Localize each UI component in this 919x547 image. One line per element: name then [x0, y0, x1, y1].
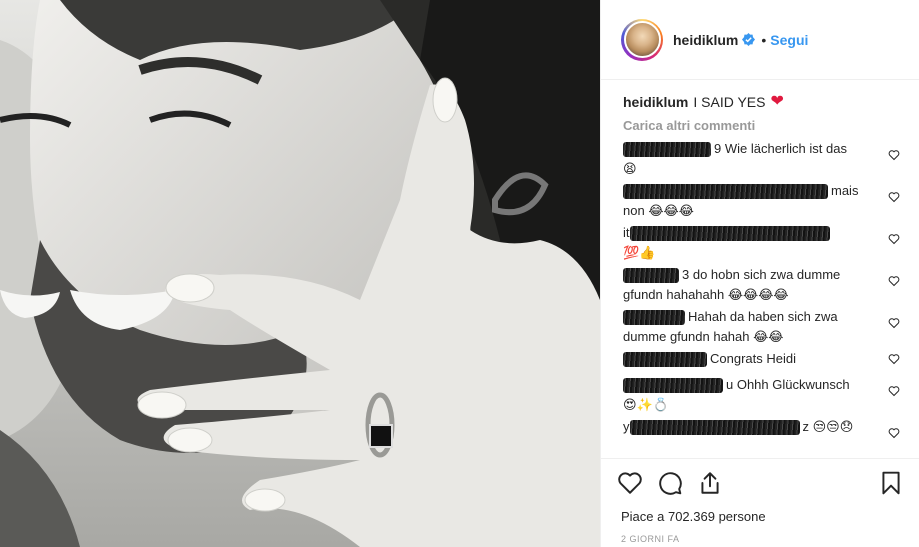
comment-like-heart-icon[interactable] — [888, 353, 900, 365]
comment-emoji: 😂😂😂 — [648, 203, 694, 218]
comment-like-heart-icon[interactable] — [888, 191, 900, 203]
heart-emoji: ❤ — [770, 93, 784, 110]
comment-text: it — [623, 225, 630, 240]
post-caption: heidiklum I SAID YES ❤ — [623, 92, 900, 112]
caption-text: I SAID YES — [693, 94, 766, 110]
post-header: heidiklum • Segui — [601, 0, 919, 80]
comment-item: y z 😒😒😞 — [623, 417, 900, 457]
comment-like-heart-icon[interactable] — [888, 275, 900, 287]
comment-text: 9 Wie lächerlich ist das — [714, 141, 847, 156]
comment-item: u Ohhh Glückwunsch 😍✨💍 — [623, 375, 900, 415]
comment-emoji: 😫 — [623, 161, 637, 176]
redacted-username — [623, 142, 711, 158]
comment-item: 3 do hobn sich zwa dumme gfundn hahahahh… — [623, 265, 900, 305]
comment-text-prefix: y — [623, 419, 630, 434]
share-upload-icon[interactable] — [697, 470, 723, 496]
avatar[interactable] — [623, 21, 661, 58]
comment-like-heart-icon[interactable] — [888, 385, 900, 397]
redacted-username — [623, 184, 828, 200]
comments-section: heidiklum I SAID YES ❤ Carica altri comm… — [601, 80, 919, 458]
caption-username[interactable]: heidiklum — [623, 92, 688, 112]
comment-item: 9 Wie lächerlich ist das 😫 — [623, 139, 900, 179]
separator-dot: • — [761, 31, 767, 48]
comment-like-heart-icon[interactable] — [888, 233, 900, 245]
action-bar — [617, 467, 904, 499]
redacted-username — [629, 420, 800, 436]
bookmark-icon[interactable] — [878, 470, 904, 496]
post-details-panel: heidiklum • Segui heidiklum I SAID YES ❤… — [600, 0, 919, 547]
post-actions: Piace a 702.369 persone 2 GIORNI FA — [601, 458, 919, 547]
comment-text: z — [802, 419, 810, 434]
comment-emoji: 💯👍 — [623, 245, 656, 260]
comment-item: mais non 😂😂😂 — [623, 181, 900, 221]
heart-outline-icon[interactable] — [617, 470, 643, 496]
comment-like-heart-icon[interactable] — [888, 317, 900, 329]
redacted-username — [629, 226, 830, 242]
comment-emoji: 😍✨💍 — [623, 397, 669, 412]
comment-emoji: 😂😂😂😂 — [727, 287, 789, 302]
avatar-story-ring[interactable] — [621, 18, 663, 61]
comment-emoji: 😒😒😞 — [812, 419, 854, 434]
comment-item: Hahah da haben sich zwa dumme gfundn hah… — [623, 307, 900, 347]
verified-badge-icon — [742, 33, 756, 46]
redacted-username — [623, 352, 707, 368]
likes-count[interactable]: Piace a 702.369 persone — [621, 509, 904, 524]
comment-item: it 💯👍 — [623, 223, 900, 263]
comment-emoji: 😂😂 — [753, 329, 784, 344]
comment-text: u Ohhh Glückwunsch — [726, 377, 850, 392]
comment-bubble-icon[interactable] — [657, 470, 683, 496]
redacted-username — [623, 268, 679, 284]
post-timestamp[interactable]: 2 GIORNI FA — [621, 534, 904, 544]
comment-like-heart-icon[interactable] — [888, 149, 900, 161]
author-username[interactable]: heidiklum — [673, 32, 738, 48]
post-photo — [0, 0, 600, 547]
load-more-comments-link[interactable]: Carica altri commenti — [623, 118, 900, 133]
follow-button[interactable]: Segui — [770, 32, 808, 48]
redacted-username — [623, 310, 685, 326]
comment-item: Congrats Heidi — [623, 349, 900, 373]
couple-photo-image — [0, 0, 600, 547]
redacted-username — [623, 378, 723, 394]
comment-text: Congrats Heidi — [710, 351, 796, 366]
comment-like-heart-icon[interactable] — [888, 427, 900, 439]
